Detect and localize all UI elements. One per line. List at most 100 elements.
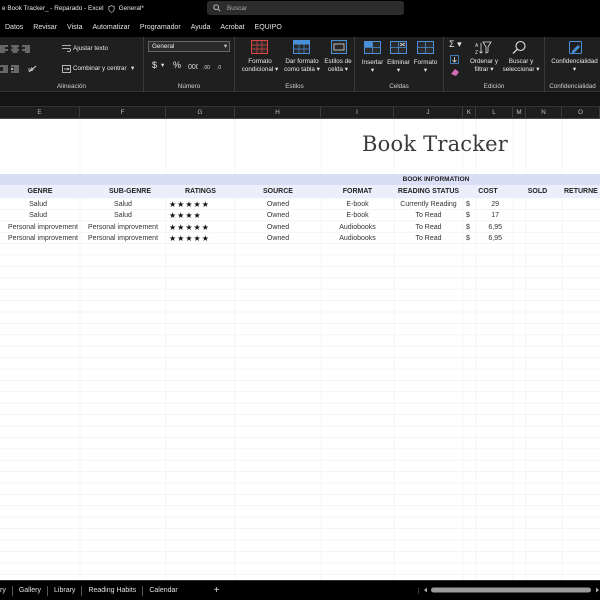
- indent-decrease-icon[interactable]: [0, 65, 8, 73]
- find-icon[interactable]: [512, 40, 527, 55]
- row-3-cost[interactable]: 6,95: [476, 222, 502, 233]
- header-subgenre[interactable]: SUB-GENRE: [80, 185, 180, 198]
- row-4-subgenre[interactable]: Personal improvement: [80, 233, 166, 244]
- row-2-format[interactable]: E-book: [321, 210, 394, 221]
- format-as-table-button[interactable]: Dar formato como tabla ▾: [281, 58, 323, 74]
- header-format[interactable]: FORMAT: [321, 185, 394, 198]
- conditional-format-icon[interactable]: [251, 40, 268, 54]
- row-3-source[interactable]: Owned: [235, 222, 321, 233]
- align-left-icon[interactable]: [0, 45, 8, 53]
- row-2-subgenre[interactable]: Salud: [80, 210, 166, 221]
- currency-caret[interactable]: ▾: [161, 62, 164, 70]
- fill-icon[interactable]: [450, 55, 459, 64]
- column-header-g[interactable]: G: [166, 107, 235, 119]
- header-sold[interactable]: SOLD: [513, 185, 562, 198]
- decrease-decimal-icon[interactable]: .0: [217, 62, 228, 70]
- row-1-rating-stars[interactable]: ★★★★★: [169, 199, 210, 210]
- header-cost[interactable]: COST: [463, 185, 513, 198]
- formula-bar[interactable]: [0, 92, 600, 107]
- column-header-o[interactable]: O: [562, 107, 600, 119]
- header-ratings[interactable]: RATINGS: [166, 185, 235, 198]
- menu-vista[interactable]: Vista: [62, 24, 87, 31]
- column-header-i[interactable]: I: [321, 107, 394, 119]
- header-source[interactable]: SOURCE: [235, 185, 321, 198]
- row-4-genre[interactable]: Personal improvement: [0, 233, 80, 244]
- row-4-status[interactable]: To Read: [394, 233, 463, 244]
- autosum-icon[interactable]: Σ ▾: [449, 40, 462, 49]
- orientation-icon[interactable]: ab: [28, 65, 37, 73]
- column-header-e[interactable]: E: [0, 107, 80, 119]
- add-sheet-button[interactable]: +: [214, 585, 220, 596]
- percent-button[interactable]: %: [173, 61, 181, 70]
- row-1-genre[interactable]: Salud: [0, 199, 80, 210]
- merge-center-caret[interactable]: ▾: [131, 65, 134, 73]
- menu-acrobat[interactable]: Acrobat: [215, 24, 249, 31]
- sensitivity-icon[interactable]: [568, 40, 583, 55]
- wrap-text-icon[interactable]: [62, 44, 71, 53]
- row-4-format[interactable]: Audiobooks: [321, 233, 394, 244]
- tab-partial[interactable]: ry: [0, 585, 13, 596]
- menu-datos[interactable]: Datos: [0, 24, 28, 31]
- currency-button[interactable]: $: [152, 61, 157, 70]
- row-1-status[interactable]: Currently Reading: [394, 199, 463, 210]
- worksheet[interactable]: Book Tracker BOOK INFORMATION GENRE SUB-…: [0, 119, 600, 580]
- row-3-format[interactable]: Audiobooks: [321, 222, 394, 233]
- row-4-cost[interactable]: 6,95: [476, 233, 502, 244]
- conditional-format-button[interactable]: Formato condicional ▾: [239, 58, 281, 74]
- confidentiality-button[interactable]: Confidencialidad ▾: [549, 58, 600, 74]
- row-2-source[interactable]: Owned: [235, 210, 321, 221]
- delete-button[interactable]: Eliminar ▾: [386, 59, 411, 75]
- row-1-cost[interactable]: 29: [476, 199, 499, 210]
- cell-styles-button[interactable]: Estilos de celda ▾: [321, 58, 355, 74]
- column-header-l[interactable]: L: [476, 107, 513, 119]
- insert-cells-icon[interactable]: [364, 41, 381, 54]
- row-2-rating-stars[interactable]: ★★★★: [169, 210, 202, 221]
- indent-increase-icon[interactable]: [11, 65, 19, 73]
- format-button[interactable]: Formato ▾: [413, 59, 438, 75]
- sort-filter-button[interactable]: Ordenar y filtrar ▾: [465, 58, 503, 74]
- row-1-format[interactable]: E-book: [321, 199, 394, 210]
- format-cells-icon[interactable]: [417, 41, 434, 54]
- menu-revisar[interactable]: Revisar: [28, 24, 62, 31]
- row-2-cost[interactable]: 17: [476, 210, 499, 221]
- menu-ayuda[interactable]: Ayuda: [186, 24, 216, 31]
- column-header-f[interactable]: F: [80, 107, 166, 119]
- align-right-icon[interactable]: [22, 45, 30, 53]
- wrap-text-button[interactable]: Ajustar texto: [73, 45, 108, 53]
- tab-reading-habits[interactable]: Reading Habits: [82, 585, 144, 596]
- search-box[interactable]: Buscar: [207, 1, 404, 15]
- insert-button[interactable]: Insertar ▾: [360, 59, 385, 75]
- column-header-j[interactable]: J: [394, 107, 463, 119]
- menu-programador[interactable]: Programador: [135, 24, 186, 31]
- row-3-subgenre[interactable]: Personal improvement: [80, 222, 166, 233]
- merge-center-icon[interactable]: [62, 65, 71, 73]
- tab-calendar[interactable]: Calendar: [143, 586, 183, 596]
- column-header-m[interactable]: M: [513, 107, 526, 119]
- row-1-source[interactable]: Owned: [235, 199, 321, 210]
- horizontal-scrollbar[interactable]: ⋮: [415, 586, 600, 594]
- column-header-h[interactable]: H: [235, 107, 321, 119]
- increase-decimal-icon[interactable]: .00: [203, 62, 214, 70]
- row-3-genre[interactable]: Personal improvement: [0, 222, 80, 233]
- row-4-source[interactable]: Owned: [235, 233, 321, 244]
- delete-cells-icon[interactable]: [390, 41, 407, 54]
- format-as-table-icon[interactable]: [293, 40, 310, 54]
- menu-automatizar[interactable]: Automatizar: [87, 24, 134, 31]
- column-header-n[interactable]: N: [526, 107, 562, 119]
- sensitivity-label[interactable]: General*: [119, 5, 144, 12]
- find-select-button[interactable]: Buscar y seleccionar ▾: [500, 58, 542, 74]
- tab-library[interactable]: Library: [48, 585, 83, 596]
- number-format-select[interactable]: General ▾: [148, 41, 230, 52]
- header-genre[interactable]: GENRE: [0, 185, 80, 198]
- tab-gallery[interactable]: Gallery: [13, 585, 49, 596]
- header-returned[interactable]: RETURNE: [562, 185, 600, 198]
- sort-filter-icon[interactable]: AZ: [475, 41, 492, 55]
- clear-icon[interactable]: [450, 68, 460, 76]
- cell-styles-icon[interactable]: [331, 40, 347, 54]
- align-center-icon[interactable]: [11, 45, 19, 53]
- row-2-status[interactable]: To Read: [394, 210, 463, 221]
- merge-center-button[interactable]: Combinar y centrar: [73, 65, 127, 73]
- column-header-k[interactable]: K: [463, 107, 476, 119]
- header-reading-status[interactable]: READING STATUS: [394, 185, 463, 198]
- comma-style-icon[interactable]: 000: [188, 62, 198, 70]
